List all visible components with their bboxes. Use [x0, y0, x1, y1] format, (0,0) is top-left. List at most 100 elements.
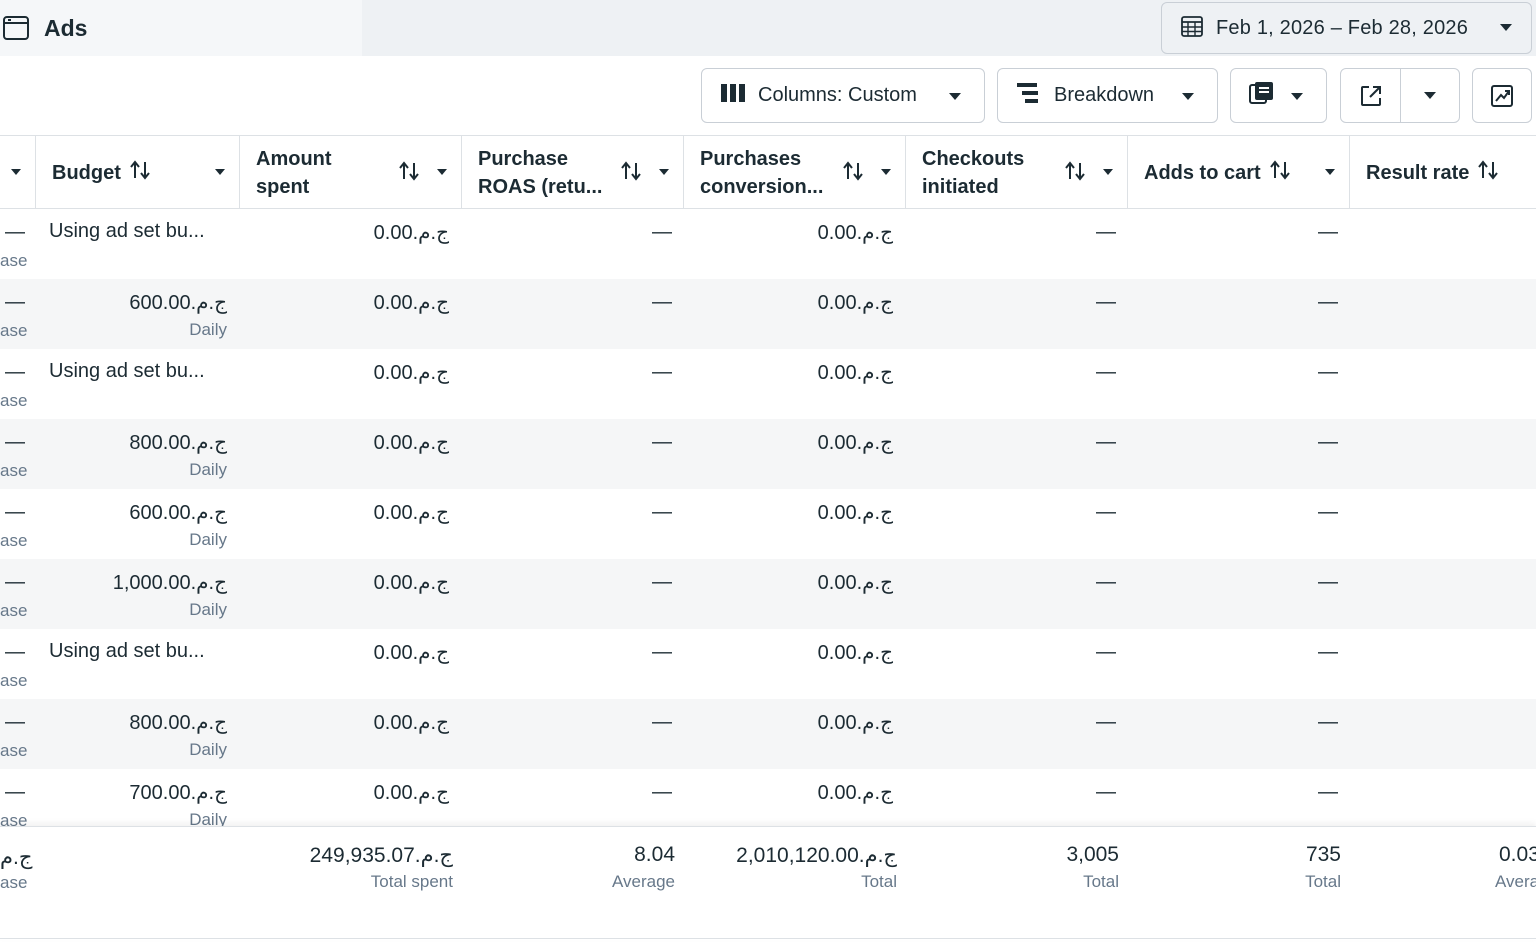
- amount-spent-value: 0.00.ج.م: [373, 432, 449, 454]
- budget-value: 600.00.ج.م: [129, 292, 227, 314]
- table-row[interactable]: — ase 800.00.ج.م Daily 0.00.ج.م — 0.00.ج.م — —: [0, 699, 1536, 769]
- table-header: Budget Amount spent Purchase ROAS (retu...…: [0, 135, 1536, 209]
- table-totals-row: ج.م ase 249,935.07.ج.م Total spent 8.04 …: [0, 826, 1536, 940]
- adds-to-cart-value: —: [1318, 711, 1338, 733]
- budget-period: Daily: [189, 600, 227, 619]
- breakdown-button[interactable]: Breakdown: [997, 68, 1218, 123]
- reports-icon: [1249, 81, 1275, 110]
- adds-to-cart-value: —: [1318, 781, 1338, 803]
- total-purchase-roas-label: Average: [611, 872, 675, 891]
- trend-chart-icon: [1491, 84, 1513, 107]
- column-header-purchase-roas[interactable]: Purchase ROAS (retu...: [462, 136, 684, 209]
- chevron-down-icon[interactable]: [1324, 168, 1336, 176]
- column-header-label: Purchase ROAS (retu...: [478, 147, 603, 198]
- chevron-down-icon[interactable]: [880, 168, 892, 176]
- total-adds-to-cart: 735: [1305, 843, 1341, 866]
- reports-button[interactable]: [1230, 68, 1327, 123]
- date-range-picker[interactable]: Feb 1, 2026 – Feb 28, 2026: [1161, 2, 1532, 54]
- sort-icon[interactable]: [1064, 161, 1086, 186]
- column-header-truncated[interactable]: [0, 136, 36, 209]
- table-row[interactable]: — ase Using ad set bu... 0.00.ج.م — 0.00.ج.م —…: [0, 209, 1536, 279]
- export-button[interactable]: [1341, 69, 1401, 122]
- budget-value: 800.00.ج.م: [129, 432, 227, 454]
- table-row[interactable]: — ase 600.00.ج.م Daily 0.00.ج.م — 0.00.ج.م — —: [0, 279, 1536, 349]
- sort-icon[interactable]: [398, 161, 420, 186]
- chevron-down-icon: [10, 168, 22, 176]
- purchases-conversion-value: 0.00.ج.م: [817, 362, 893, 384]
- sort-icon[interactable]: [842, 161, 864, 186]
- purchase-roas-value: —: [652, 711, 672, 733]
- charts-button[interactable]: [1472, 68, 1532, 123]
- purchases-conversion-value: 0.00.ج.م: [817, 222, 893, 244]
- ads-tab[interactable]: Ads: [0, 0, 362, 56]
- truncated-cell-sub: ase: [0, 251, 28, 270]
- table-row[interactable]: — ase Using ad set bu... 0.00.ج.م — 0.00.ج.م —…: [0, 629, 1536, 699]
- column-header-result-rate[interactable]: Result rate: [1350, 136, 1536, 209]
- adds-to-cart-value: —: [1318, 291, 1338, 313]
- amount-spent-value: 0.00.ج.م: [373, 642, 449, 664]
- budget-value: Using ad set bu...: [49, 640, 205, 662]
- chevron-down-icon[interactable]: [1102, 168, 1114, 176]
- total-purchase-roas: 8.04: [634, 843, 675, 866]
- adds-to-cart-value: —: [1318, 501, 1338, 523]
- column-header-label: Result rate: [1366, 161, 1470, 184]
- column-header-amount-spent[interactable]: Amount spent: [240, 136, 462, 209]
- export-dropdown-button[interactable]: [1401, 69, 1459, 122]
- column-header-label: Amount spent: [256, 147, 332, 198]
- amount-spent-value: 0.00.ج.م: [373, 782, 449, 804]
- total-adds-to-cart-label: Total: [1305, 872, 1341, 891]
- amount-spent-value: 0.00.ج.م: [373, 712, 449, 734]
- amount-spent-value: 0.00.ج.م: [373, 222, 449, 244]
- total-purchases-conversion: 2,010,120.00.ج.م: [736, 844, 897, 867]
- sort-icon[interactable]: [620, 161, 642, 186]
- table-row[interactable]: — ase 800.00.ج.م Daily 0.00.ج.م — 0.00.ج.م — —: [0, 419, 1536, 489]
- column-header-checkouts-initiated[interactable]: Checkouts initiated: [906, 136, 1128, 209]
- table-row[interactable]: — ase 600.00.ج.م Daily 0.00.ج.م — 0.00.ج.م — —: [0, 489, 1536, 559]
- chevron-down-icon[interactable]: [436, 168, 448, 176]
- sort-icon[interactable]: [1477, 160, 1499, 185]
- top-bar: Ads Feb 1, 2026 – Feb 28, 2026: [0, 0, 1536, 56]
- column-header-purchases-conversion[interactable]: Purchases conversion...: [684, 136, 906, 209]
- chevron-down-icon[interactable]: [658, 168, 670, 176]
- ads-panel-icon: [2, 14, 30, 42]
- budget-value: Using ad set bu...: [49, 360, 205, 382]
- purchases-conversion-value: 0.00.ج.م: [817, 572, 893, 594]
- columns-button[interactable]: Columns: Custom: [701, 68, 985, 123]
- adds-to-cart-value: —: [1318, 641, 1338, 663]
- chevron-down-icon: [1499, 23, 1513, 32]
- adds-to-cart-value: —: [1318, 431, 1338, 453]
- truncated-cell-value: —: [5, 291, 25, 313]
- purchases-conversion-value: 0.00.ج.م: [817, 292, 893, 314]
- sort-icon[interactable]: [129, 160, 151, 185]
- purchase-roas-value: —: [652, 501, 672, 523]
- adds-to-cart-value: —: [1318, 361, 1338, 383]
- checkouts-initiated-value: —: [1096, 431, 1116, 453]
- truncated-cell-value: —: [5, 781, 25, 803]
- budget-period: Daily: [189, 320, 227, 339]
- chevron-down-icon[interactable]: [214, 168, 226, 176]
- amount-spent-value: 0.00.ج.م: [373, 502, 449, 524]
- purchase-roas-value: —: [652, 781, 672, 803]
- truncated-cell-value: —: [5, 501, 25, 523]
- amount-spent-value: 0.00.ج.م: [373, 572, 449, 594]
- total-left-sub: ase: [0, 873, 28, 892]
- budget-value: Using ad set bu...: [49, 220, 205, 242]
- column-header-budget[interactable]: Budget: [36, 136, 240, 209]
- budget-value: 700.00.ج.م: [129, 782, 227, 804]
- purchase-roas-value: —: [652, 431, 672, 453]
- column-header-adds-to-cart[interactable]: Adds to cart: [1128, 136, 1350, 209]
- budget-period: Daily: [189, 460, 227, 479]
- budget-period: Daily: [189, 530, 227, 549]
- truncated-cell-sub: ase: [0, 461, 28, 480]
- truncated-cell-sub: ase: [0, 531, 28, 550]
- truncated-cell-sub: ase: [0, 601, 28, 620]
- chevron-down-icon: [948, 92, 962, 101]
- table-row[interactable]: — ase Using ad set bu... 0.00.ج.م — 0.00.ج.م —…: [0, 349, 1536, 419]
- column-header-label: Adds to cart: [1144, 161, 1261, 184]
- sort-icon[interactable]: [1269, 160, 1291, 185]
- breakdown-label: Breakdown: [1054, 84, 1155, 106]
- calendar-icon: [1180, 14, 1204, 43]
- total-result-rate: 0.03: [1499, 843, 1536, 866]
- page-title: Ads: [44, 14, 88, 41]
- table-row[interactable]: — ase 1,000.00.ج.م Daily 0.00.ج.م — 0.00.ج.م — —: [0, 559, 1536, 629]
